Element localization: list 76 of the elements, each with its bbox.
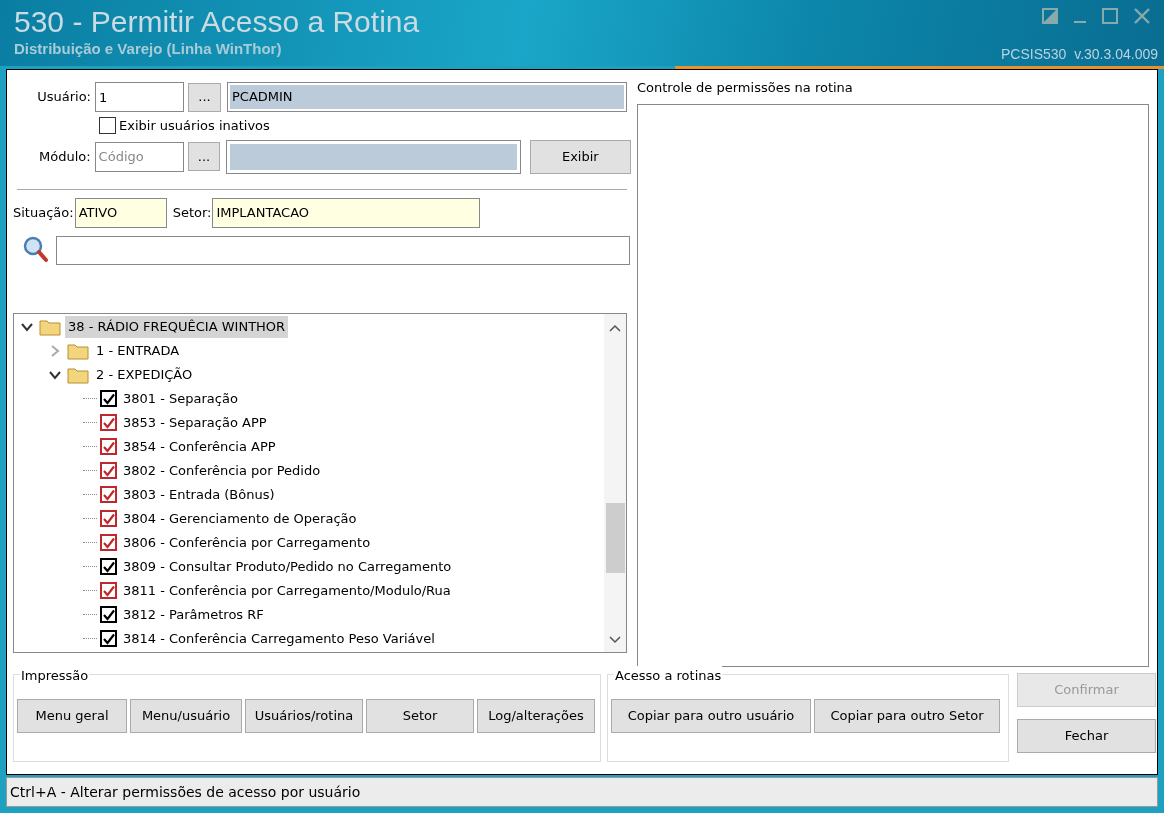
lookup-button[interactable]: ... [188,82,221,112]
status-bar: Ctrl+A - Alterar permissões de acesso por usuário [6,777,1158,807]
check-icon [102,632,115,645]
field-label: Setor: [172,203,212,222]
checkbox[interactable] [100,582,117,599]
checkbox[interactable] [100,510,117,527]
tree-item[interactable]: 3853 - Separação APP [123,412,267,433]
search-icon [23,236,49,264]
print-button[interactable]: Copiar para outro Setor [814,699,1000,733]
folder-icon [67,341,89,360]
check-icon [102,536,115,549]
search-field[interactable] [56,235,630,265]
tree-item[interactable]: 3801 - Separação [123,388,238,409]
check-icon [102,440,115,453]
checkbox[interactable] [100,414,117,431]
lookup-button[interactable]: ... [187,142,221,171]
tree-item[interactable]: 3803 - Entrada (Bônus) [123,484,275,505]
module-name-field[interactable] [226,139,521,174]
field-label: Usuário: [36,88,91,107]
print-button[interactable]: Menu geral [17,699,127,733]
tree-item[interactable]: 3811 - Conferência por Carregamento/Modulo/Rua [123,580,451,601]
panel-title: Controle de permissões na rotina [637,79,854,97]
action-button[interactable]: Fechar [1017,719,1156,753]
maximize-icon [1102,8,1118,24]
folder-icon [39,317,61,336]
version-label: PCSIS530 v.30.3.04.009 [1001,45,1158,64]
tree-item[interactable]: 3802 - Conferência por Pedido [123,460,321,481]
checkbox[interactable] [100,390,117,407]
check-icon [102,560,115,573]
tree-item[interactable]: 3804 - Gerenciamento de Operação [123,508,357,529]
check-icon [102,392,115,405]
check-icon [102,416,115,429]
user-code-field[interactable]: 1 [95,82,184,112]
restore-icon [1042,8,1058,24]
print-button[interactable]: Log/alterações [477,699,595,733]
scroll-thumb[interactable] [606,502,625,573]
display-button[interactable]: Exibir [529,139,631,174]
checkbox[interactable] [100,534,117,551]
checkbox[interactable] [100,486,117,503]
field-label: Situação: [13,203,74,222]
print-button[interactable]: Usuários/rotina [245,699,363,733]
sector-field[interactable]: IMPLANTACAO [212,197,481,228]
checkbox-label: Exibir usuários inativos [119,117,270,135]
tree-item[interactable]: 38 - RÁDIO FREQUÊCIA WINTHOR [65,315,289,338]
checkbox[interactable] [100,438,117,455]
scroll-down-icon [609,635,621,644]
field-label: Módulo: [38,147,91,166]
tree-item[interactable]: 3809 - Consultar Produto/Pedido no Carregamento [123,556,452,577]
status-field[interactable]: ATIVO [74,197,167,228]
window-title: 530 - Permitir Acesso a Rotina [14,4,420,40]
tree-item[interactable]: 3812 - Parâmetros RF [123,604,264,625]
check-icon [102,608,115,621]
checkbox[interactable] [100,558,117,575]
check-icon [102,488,115,501]
tree-item[interactable]: 2 - EXPEDIÇÃO [93,363,196,386]
tree-item[interactable]: 1 - ENTRADA [93,339,183,362]
print-button[interactable]: Menu/usuário [130,699,242,733]
checkbox[interactable] [100,630,117,647]
checkbox[interactable] [100,462,117,479]
scroll-up-icon [609,323,621,332]
tree-item[interactable]: 3806 - Conferência por Carregamento [123,532,371,553]
checkbox[interactable] [99,117,116,135]
window-subtitle: Distribuição e Varejo (Linha WinThor) [14,40,282,58]
close-icon [1134,8,1150,24]
tree-item[interactable]: 3814 - Conferência Carregamento Peso Variável [123,628,435,649]
minimize-icon [1074,21,1086,23]
tree-item[interactable]: 3854 - Conferência APP [123,436,276,457]
folder-icon [67,365,89,384]
check-icon [102,464,115,477]
user-name-field[interactable]: PCADMIN [227,82,627,112]
print-button[interactable]: Setor [366,699,474,733]
print-button[interactable]: Copiar para outro usuário [611,699,811,733]
module-code-field[interactable]: Código [94,141,184,172]
check-icon [102,512,115,525]
check-icon [102,584,115,597]
checkbox[interactable] [100,606,117,623]
